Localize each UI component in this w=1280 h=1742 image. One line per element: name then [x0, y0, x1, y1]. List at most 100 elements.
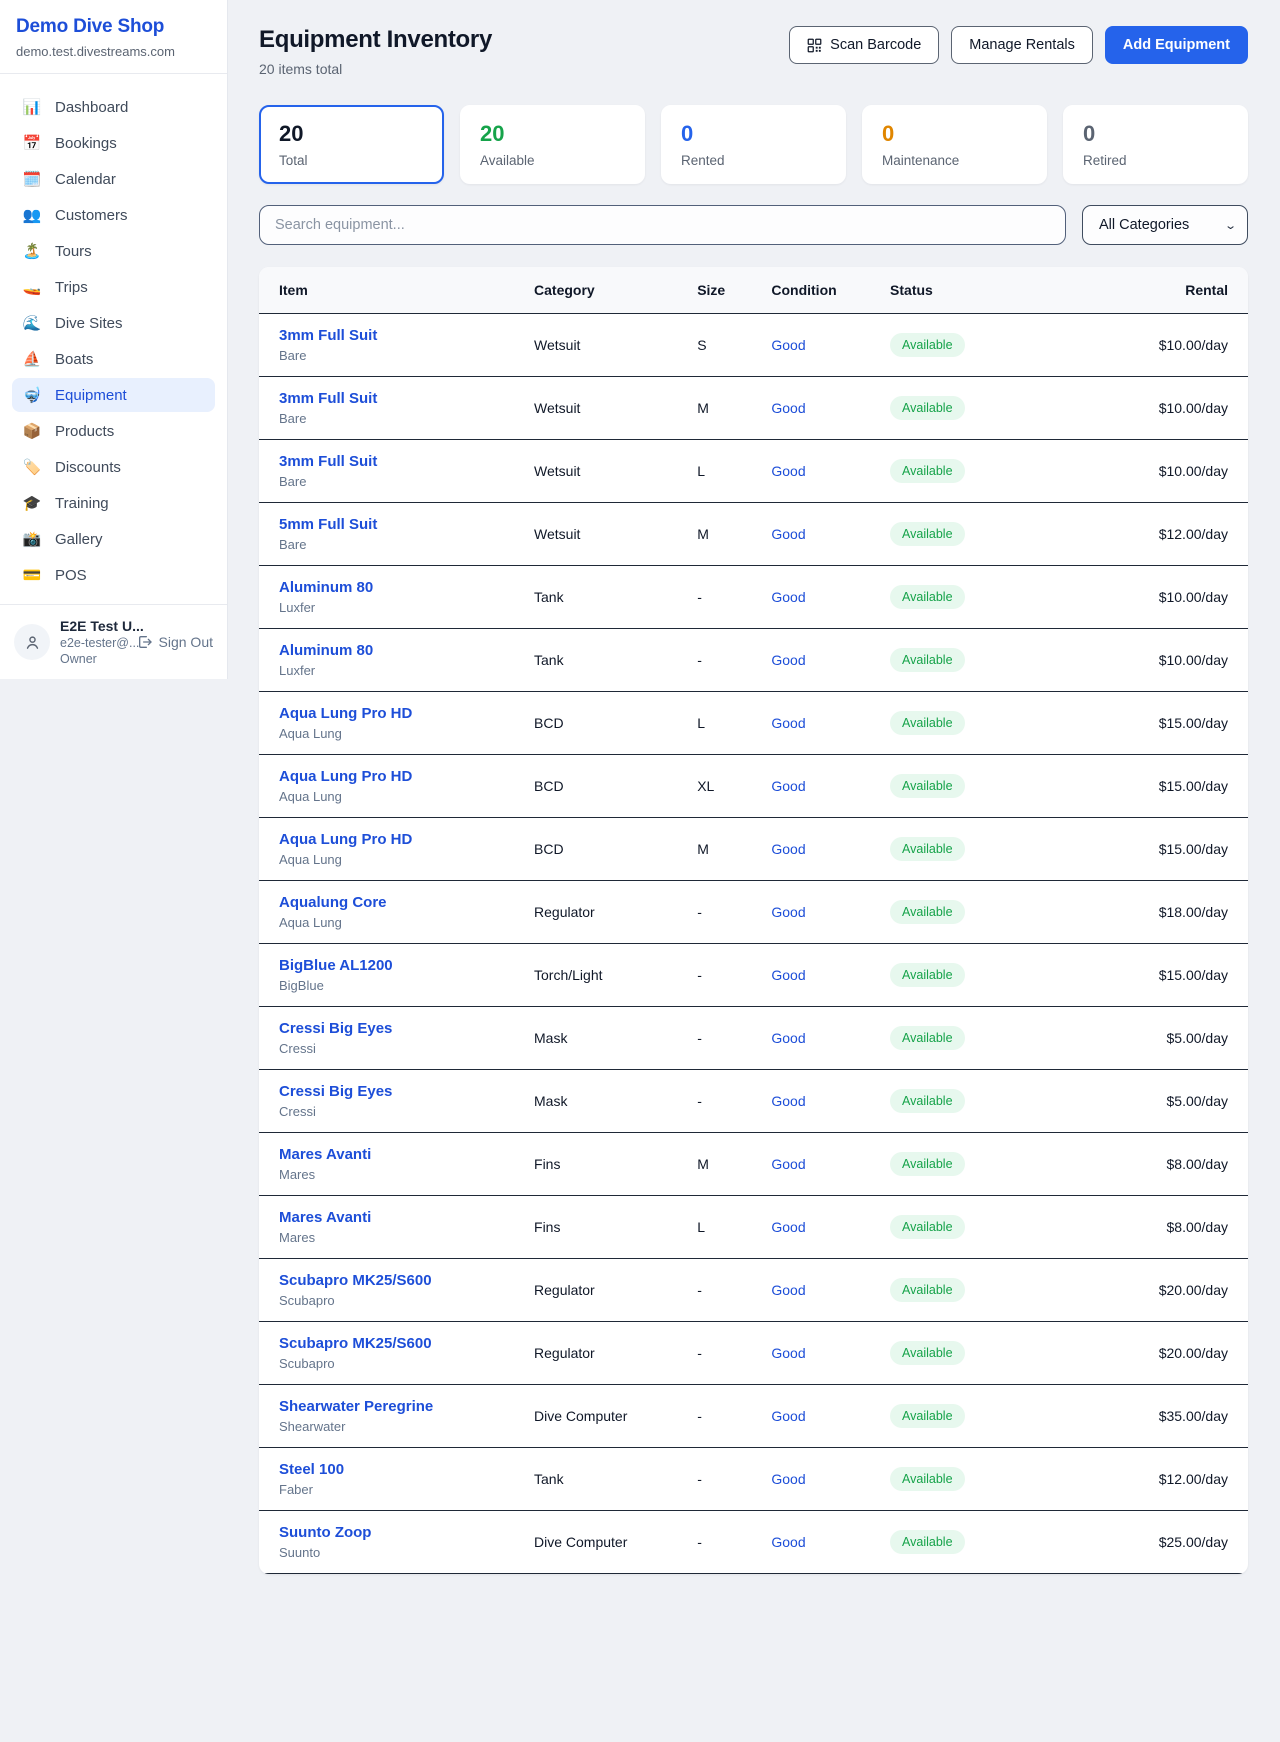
item-name-link[interactable]: Aqua Lung Pro HD	[279, 831, 412, 848]
category-cell: Dive Computer	[526, 1385, 689, 1448]
item-name-link[interactable]: BigBlue AL1200	[279, 957, 393, 974]
item-cell: 5mm Full Suit Bare	[259, 503, 526, 566]
item-name-link[interactable]: Scubapro MK25/S600	[279, 1335, 432, 1352]
size-cell: M	[689, 818, 763, 881]
item-brand: Suunto	[279, 1545, 518, 1560]
item-name-link[interactable]: Aqua Lung Pro HD	[279, 768, 412, 785]
item-cell: 3mm Full Suit Bare	[259, 314, 526, 377]
condition-link[interactable]: Good	[771, 400, 805, 416]
condition-link[interactable]: Good	[771, 1471, 805, 1487]
stat-value: 20	[279, 121, 424, 147]
sidebar-item[interactable]: 🚤 Trips	[12, 270, 215, 304]
wave-icon: 🌊	[22, 314, 42, 332]
condition-link[interactable]: Good	[771, 1345, 805, 1361]
item-brand: BigBlue	[279, 978, 518, 993]
sidebar-item[interactable]: 📊 Dashboard	[12, 90, 215, 124]
size-cell: -	[689, 1385, 763, 1448]
item-name-link[interactable]: Aqua Lung Pro HD	[279, 705, 412, 722]
item-cell: Scubapro MK25/S600 Scubapro	[259, 1322, 526, 1385]
sidebar-item[interactable]: 📸 Gallery	[12, 522, 215, 556]
sidebar-item[interactable]: 🏷️ Discounts	[12, 450, 215, 484]
condition-link[interactable]: Good	[771, 1030, 805, 1046]
item-name-link[interactable]: Cressi Big Eyes	[279, 1083, 392, 1100]
condition-link[interactable]: Good	[771, 904, 805, 920]
user-avatar	[14, 624, 50, 660]
sidebar-item[interactable]: 💳 POS	[12, 558, 215, 592]
item-brand: Aqua Lung	[279, 726, 518, 741]
item-brand: Cressi	[279, 1104, 518, 1119]
stat-card[interactable]: 20 Total	[259, 105, 444, 184]
size-cell: -	[689, 1007, 763, 1070]
table-row: BigBlue AL1200 BigBlue Torch/Light - Goo…	[259, 944, 1248, 1007]
item-brand: Bare	[279, 348, 518, 363]
sidebar-item-label: Boats	[55, 351, 93, 368]
condition-cell: Good	[763, 1259, 882, 1322]
condition-link[interactable]: Good	[771, 1219, 805, 1235]
size-cell: -	[689, 881, 763, 944]
search-input[interactable]	[259, 205, 1066, 245]
sidebar-item[interactable]: 🏝️ Tours	[12, 234, 215, 268]
stat-label: Maintenance	[882, 153, 1027, 168]
condition-cell: Good	[763, 944, 882, 1007]
sidebar-item[interactable]: 📅 Bookings	[12, 126, 215, 160]
page-title: Equipment Inventory	[259, 26, 492, 54]
stat-card[interactable]: 0 Rented	[661, 105, 846, 184]
sign-out-button[interactable]: Sign Out	[137, 634, 213, 650]
item-name-link[interactable]: Suunto Zoop	[279, 1524, 371, 1541]
manage-rentals-button[interactable]: Manage Rentals	[951, 26, 1093, 64]
scan-barcode-button[interactable]: Scan Barcode	[789, 26, 939, 64]
sidebar-item[interactable]: ⛵ Boats	[12, 342, 215, 376]
rental-cell: $8.00/day	[1050, 1133, 1248, 1196]
condition-link[interactable]: Good	[771, 1156, 805, 1172]
sidebar-item[interactable]: 🤿 Equipment	[12, 378, 215, 412]
size-cell: -	[689, 629, 763, 692]
rental-cell: $20.00/day	[1050, 1322, 1248, 1385]
add-equipment-button[interactable]: Add Equipment	[1105, 26, 1248, 64]
item-name-link[interactable]: 3mm Full Suit	[279, 390, 377, 407]
condition-link[interactable]: Good	[771, 778, 805, 794]
sidebar-item[interactable]: 🗓️ Calendar	[12, 162, 215, 196]
table-row: Aluminum 80 Luxfer Tank - Good Available…	[259, 566, 1248, 629]
item-name-link[interactable]: Steel 100	[279, 1461, 344, 1478]
condition-link[interactable]: Good	[771, 1534, 805, 1550]
item-name-link[interactable]: Mares Avanti	[279, 1209, 371, 1226]
sidebar-item[interactable]: 👥 Customers	[12, 198, 215, 232]
condition-link[interactable]: Good	[771, 589, 805, 605]
size-cell: -	[689, 1070, 763, 1133]
condition-link[interactable]: Good	[771, 526, 805, 542]
condition-link[interactable]: Good	[771, 652, 805, 668]
status-badge: Available	[890, 1215, 965, 1239]
item-cell: Aqualung Core Aqua Lung	[259, 881, 526, 944]
item-name-link[interactable]: Scubapro MK25/S600	[279, 1272, 432, 1289]
condition-link[interactable]: Good	[771, 1408, 805, 1424]
item-name-link[interactable]: 3mm Full Suit	[279, 327, 377, 344]
condition-link[interactable]: Good	[771, 1282, 805, 1298]
item-name-link[interactable]: 3mm Full Suit	[279, 453, 377, 470]
condition-link[interactable]: Good	[771, 337, 805, 353]
stat-card[interactable]: 0 Maintenance	[862, 105, 1047, 184]
condition-link[interactable]: Good	[771, 841, 805, 857]
condition-cell: Good	[763, 1511, 882, 1574]
item-name-link[interactable]: Aqualung Core	[279, 894, 387, 911]
brand-block: Demo Dive Shop demo.test.divestreams.com	[0, 0, 227, 74]
col-header-condition: Condition	[763, 267, 882, 314]
user-name: E2E Test U...	[60, 618, 127, 634]
condition-link[interactable]: Good	[771, 715, 805, 731]
item-name-link[interactable]: Mares Avanti	[279, 1146, 371, 1163]
rental-cell: $25.00/day	[1050, 1511, 1248, 1574]
condition-link[interactable]: Good	[771, 463, 805, 479]
item-name-link[interactable]: Cressi Big Eyes	[279, 1020, 392, 1037]
condition-link[interactable]: Good	[771, 967, 805, 983]
sidebar-item[interactable]: 🎓 Training	[12, 486, 215, 520]
item-name-link[interactable]: Aluminum 80	[279, 642, 373, 659]
col-header-category: Category	[526, 267, 689, 314]
item-name-link[interactable]: Shearwater Peregrine	[279, 1398, 433, 1415]
sidebar-item[interactable]: 🌊 Dive Sites	[12, 306, 215, 340]
item-name-link[interactable]: 5mm Full Suit	[279, 516, 377, 533]
category-select[interactable]: All Categories ⌄	[1082, 205, 1248, 245]
stat-card[interactable]: 0 Retired	[1063, 105, 1248, 184]
item-name-link[interactable]: Aluminum 80	[279, 579, 373, 596]
stat-card[interactable]: 20 Available	[460, 105, 645, 184]
condition-link[interactable]: Good	[771, 1093, 805, 1109]
sidebar-item[interactable]: 📦 Products	[12, 414, 215, 448]
